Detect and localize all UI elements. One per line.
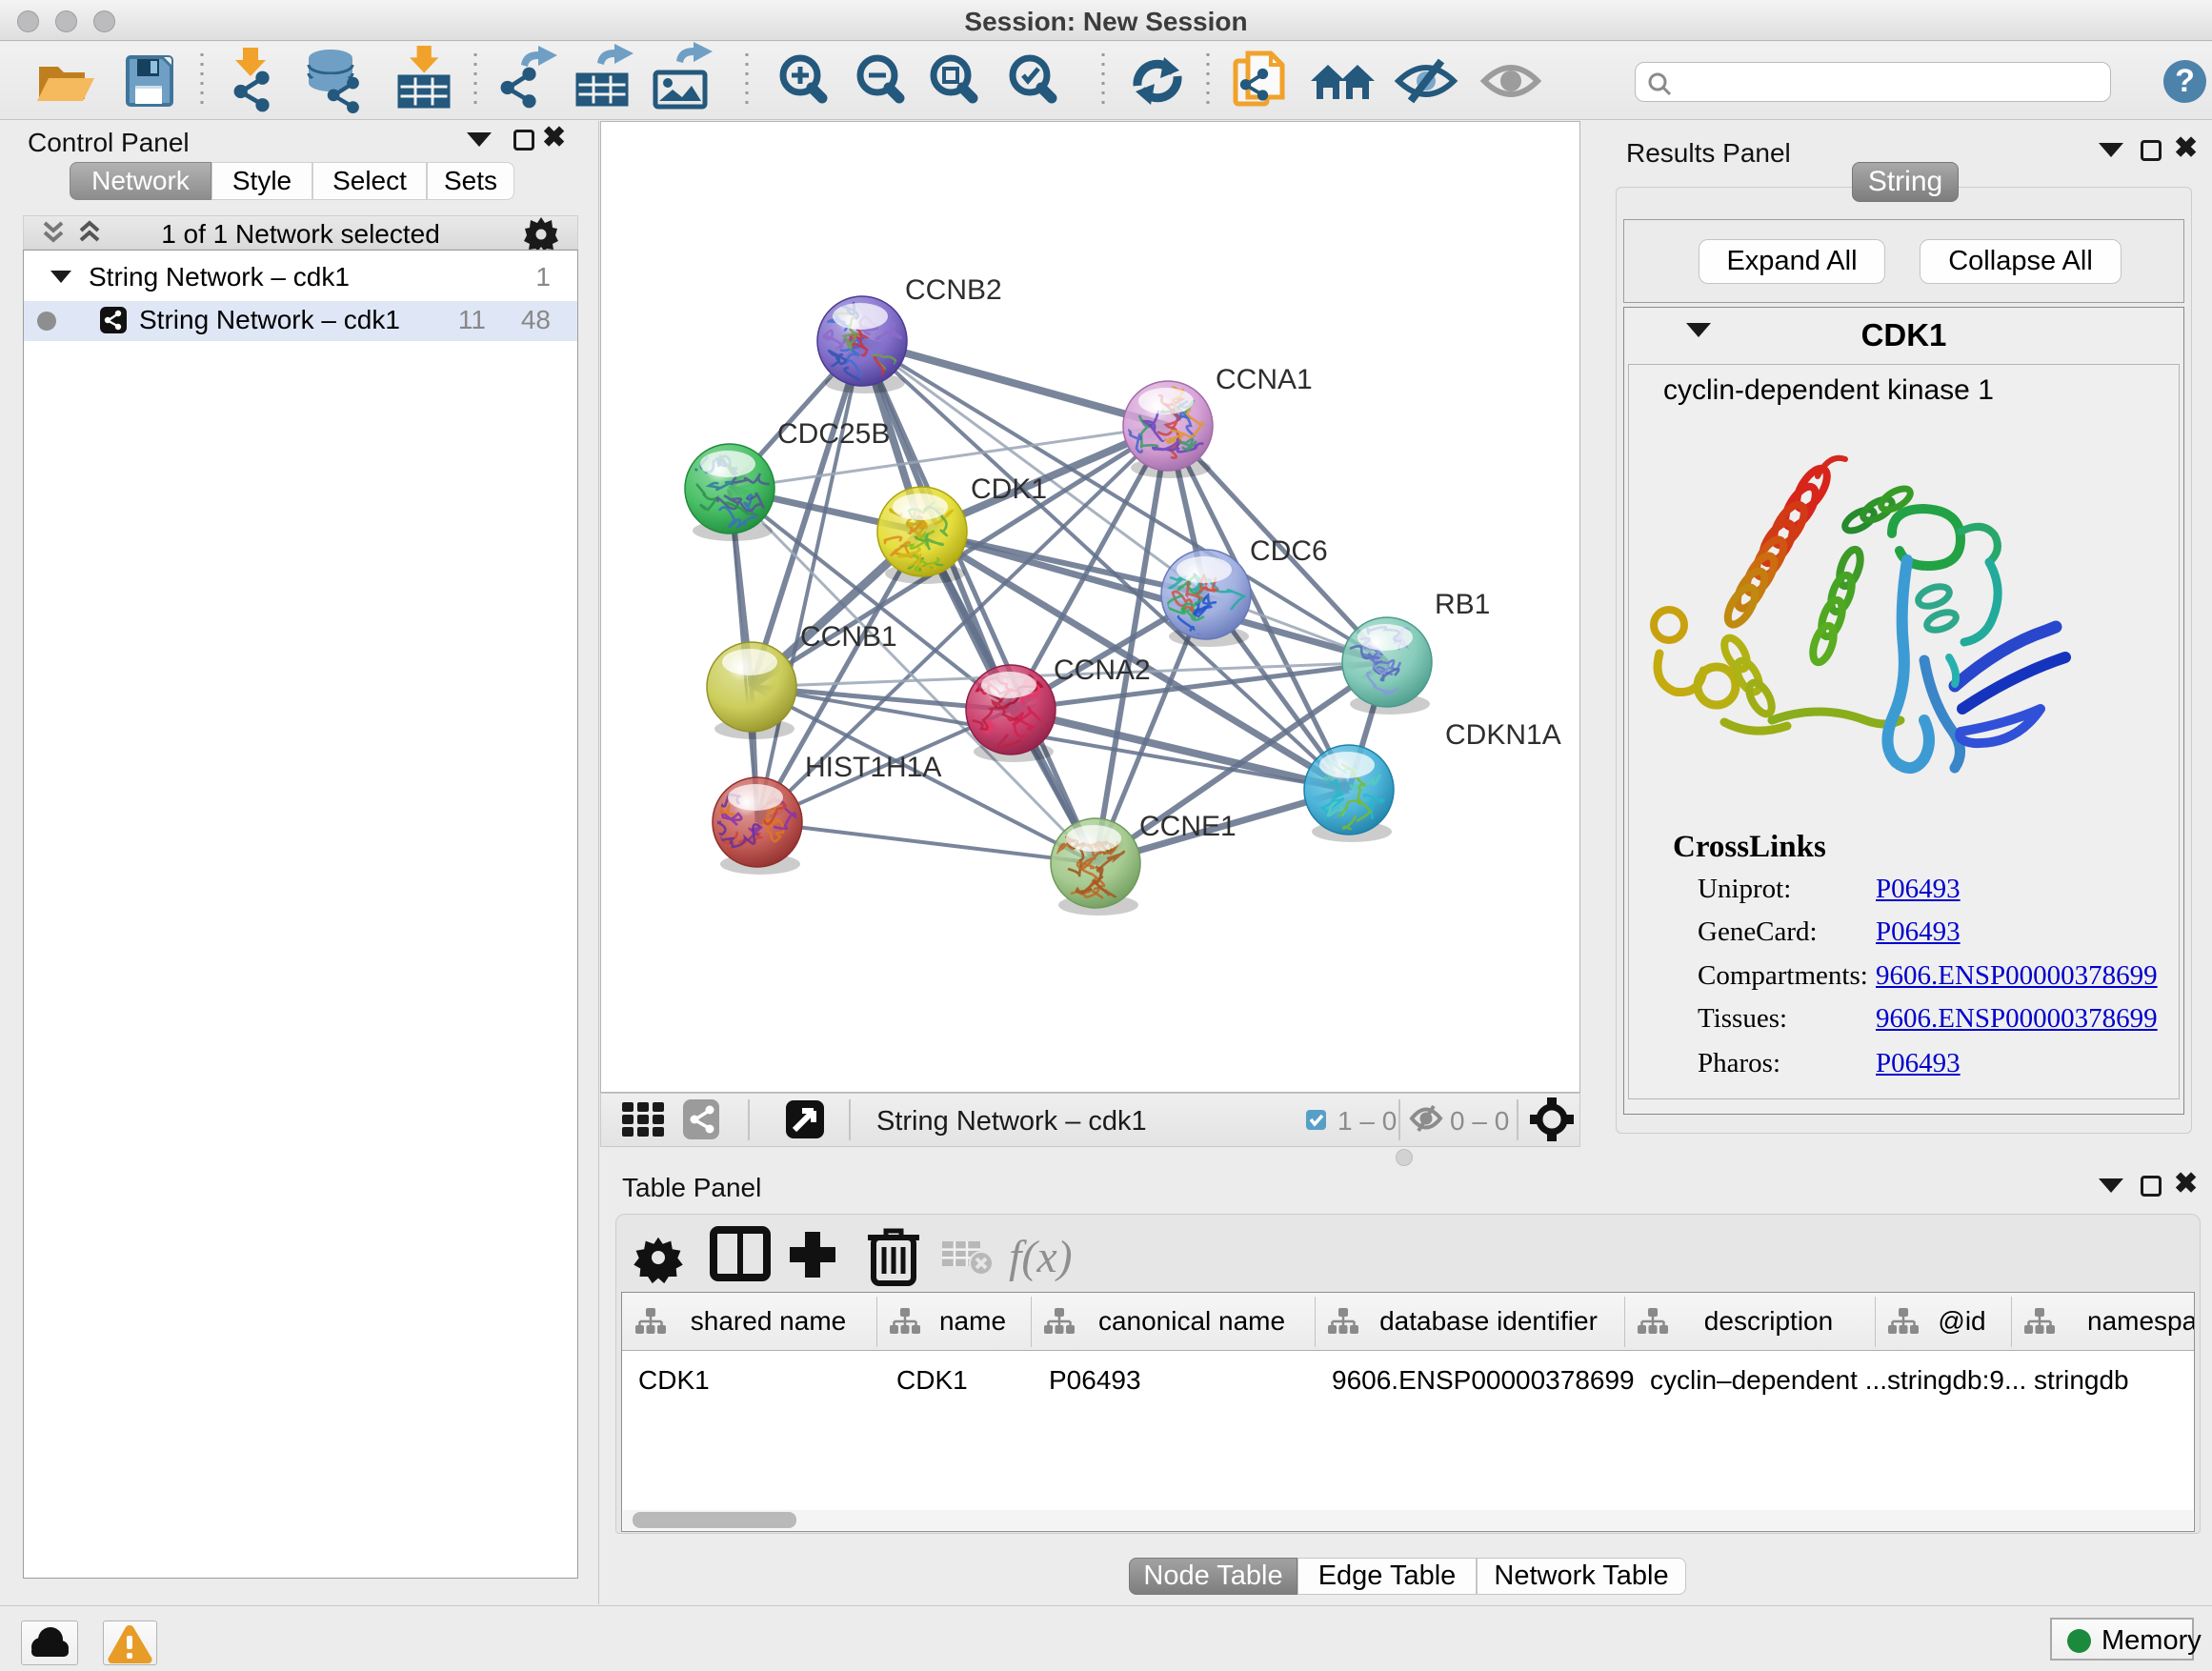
- svg-text:CCNA2: CCNA2: [1054, 654, 1151, 686]
- svg-text:HIST1H1A: HIST1H1A: [805, 752, 941, 783]
- svg-text:CDKN1A: CDKN1A: [1445, 719, 1561, 751]
- svg-text:f(x): f(x): [1009, 1232, 1073, 1282]
- svg-text:CCNE1: CCNE1: [1139, 811, 1237, 842]
- svg-text:CCNB2: CCNB2: [905, 274, 1002, 306]
- svg-text:CDC6: CDC6: [1250, 535, 1328, 567]
- svg-text:CDK1: CDK1: [971, 473, 1047, 505]
- svg-text:1 – 0: 1 – 0: [1337, 1106, 1397, 1136]
- svg-text:RB1: RB1: [1435, 589, 1490, 620]
- svg-text:String Network – cdk1: String Network – cdk1: [876, 1106, 1147, 1137]
- svg-text:CDC25B: CDC25B: [777, 418, 890, 450]
- svg-text:CCNA1: CCNA1: [1216, 364, 1313, 395]
- svg-text:0 – 0: 0 – 0: [1450, 1106, 1509, 1136]
- svg-text:CCNB1: CCNB1: [800, 621, 897, 653]
